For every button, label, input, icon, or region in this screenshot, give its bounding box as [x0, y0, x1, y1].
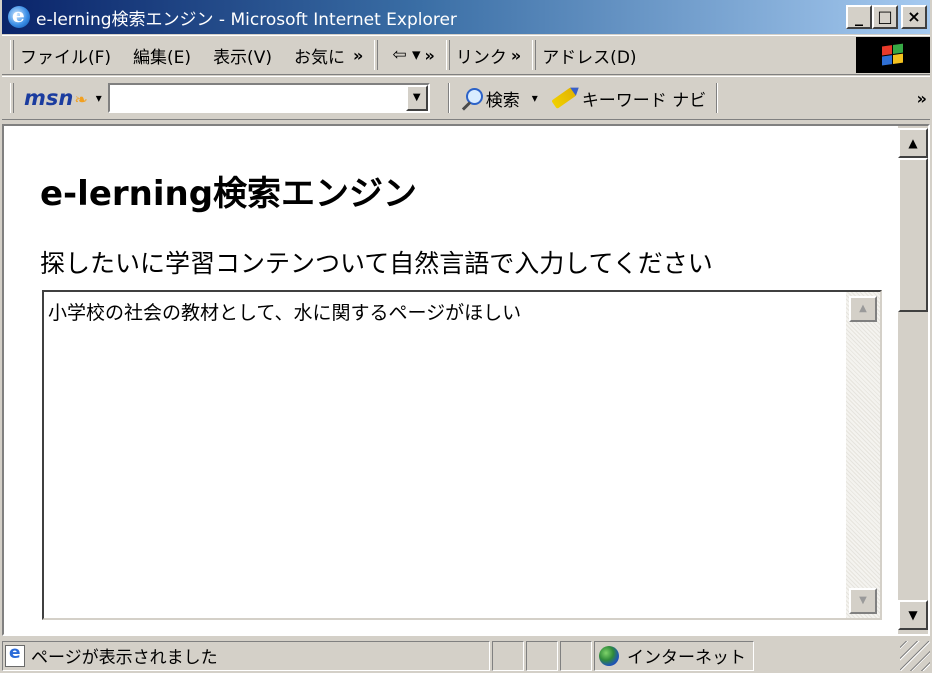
page-content: e-lerning検索エンジン 探したいに学習コンテンついて自然言語で入力してく… [4, 126, 900, 634]
toolbar-grip[interactable] [532, 40, 537, 70]
status-message: ページが表示されました [31, 648, 218, 668]
scroll-down-button[interactable]: ▼ [898, 600, 928, 630]
keyword-navi-label: キーワード ナビ [581, 90, 707, 111]
toolbar-grip[interactable] [10, 40, 14, 70]
highlighter-icon [551, 87, 577, 109]
nav-more-chevron-icon[interactable]: » [425, 46, 435, 65]
scroll-thumb[interactable] [898, 158, 928, 312]
minimize-button[interactable]: _ [846, 5, 872, 29]
page-heading: e-lerning検索エンジン [40, 174, 418, 214]
msn-search-combo[interactable]: ▼ [107, 83, 430, 113]
address-button[interactable]: アドレス(D) [542, 43, 636, 68]
search-icon [460, 87, 483, 109]
search-dropdown-icon[interactable]: ▾ [532, 91, 538, 105]
page-done-icon [5, 643, 25, 667]
status-panel-empty [526, 640, 558, 671]
ie-window: e-lerning検索エンジン - Microsoft Internet Exp… [0, 0, 932, 673]
back-button[interactable]: ⇦ ▾ [392, 45, 420, 65]
textarea-scroll-down-button[interactable]: ▼ [849, 588, 877, 614]
menu-view[interactable]: 表示(V) [213, 43, 272, 68]
msn-search-label: 検索 [485, 90, 520, 111]
links-button[interactable]: リンク [456, 43, 507, 68]
security-zone-label: インターネット [627, 648, 746, 668]
window-title: e-lerning検索エンジン - Microsoft Internet Exp… [36, 9, 457, 30]
window-controls: _ □ × [846, 5, 927, 29]
toolbar-separator [716, 83, 719, 113]
ie-logo-icon [8, 3, 30, 28]
toolbar-separator [447, 83, 450, 113]
browser-viewport: e-lerning検索エンジン 探したいに学習コンテンついて自然言語で入力してく… [2, 124, 930, 636]
msn-butterfly-icon: ❧ [74, 90, 88, 109]
page-scrollbar[interactable]: ▲ ▼ [898, 126, 928, 634]
query-text[interactable]: 小学校の社会の教材として、水に関するページがほしい [48, 298, 521, 325]
windows-logo-icon [856, 37, 930, 73]
globe-icon [599, 645, 619, 666]
security-zone-panel[interactable]: インターネット [594, 640, 754, 671]
msn-toolbar: msn❧ ▾ ▼ 検索 ▾ キーワード ナビ » [2, 76, 930, 120]
textarea-scroll-up-button[interactable]: ▲ [849, 296, 877, 322]
scroll-up-button[interactable]: ▲ [898, 128, 928, 158]
msn-logo[interactable]: msn❧ [24, 86, 88, 110]
menu-more-chevron-icon[interactable]: » [353, 46, 363, 65]
msn-more-chevron-icon[interactable]: » [917, 89, 927, 108]
query-prompt-label: 探したいに学習コンテンついて自然言語で入力してください [40, 249, 713, 278]
msn-dropdown-icon[interactable]: ▾ [96, 91, 102, 105]
resize-grip[interactable] [900, 640, 930, 671]
links-more-chevron-icon[interactable]: » [511, 46, 521, 65]
toolbar-grip[interactable] [445, 40, 450, 70]
status-panel-empty [560, 640, 592, 671]
combo-dropdown-button[interactable]: ▼ [405, 85, 428, 111]
close-button[interactable]: × [901, 5, 927, 29]
query-textarea[interactable]: 小学校の社会の教材として、水に関するページがほしい ▲ ▼ [42, 290, 882, 620]
textarea-scrollbar[interactable]: ▲ ▼ [846, 292, 880, 618]
status-bar: ページが表示されました インターネット [2, 638, 930, 673]
menu-edit[interactable]: 編集(E) [133, 43, 191, 68]
menu-bar: ファイル(F) 編集(E) 表示(V) お気に » ⇦ ▾ » リンク » アド… [2, 35, 930, 75]
menu-favorites[interactable]: お気に [294, 43, 345, 68]
toolbar-grip[interactable] [374, 40, 379, 70]
menu-file[interactable]: ファイル(F) [20, 43, 111, 68]
toolbar-grip[interactable] [10, 83, 14, 113]
status-panel-empty [492, 640, 524, 671]
status-message-panel: ページが表示されました [2, 640, 490, 671]
maximize-button[interactable]: □ [872, 5, 898, 29]
msn-search-button[interactable]: 検索 ▾ [460, 86, 538, 111]
keyword-navi-button[interactable]: キーワード ナビ [551, 86, 707, 111]
title-bar[interactable]: e-lerning検索エンジン - Microsoft Internet Exp… [2, 0, 930, 34]
